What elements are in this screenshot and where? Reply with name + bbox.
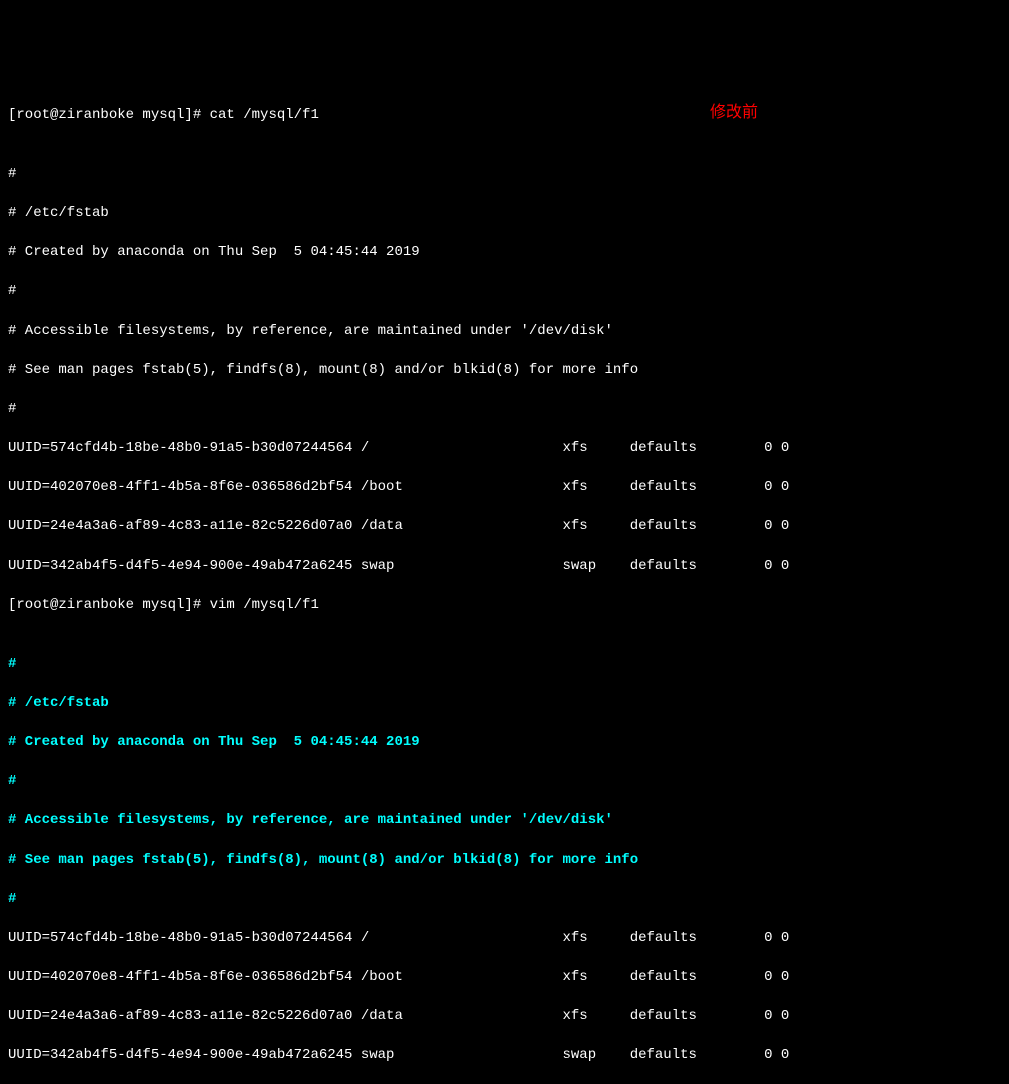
vim-comment-line: # — [8, 772, 1001, 792]
vim-fstab-entry[interactable]: UUID=24e4a3a6-af89-4c83-a11e-82c5226d07a… — [8, 1007, 1001, 1027]
fstab-entry: UUID=402070e8-4ff1-4b5a-8f6e-036586d2bf5… — [8, 478, 1001, 498]
prompt-line[interactable]: [root@ziranboke mysql]# cat /mysql/f1 — [8, 106, 1001, 126]
comment-line: # Created by anaconda on Thu Sep 5 04:45… — [8, 243, 1001, 263]
comment-line: # /etc/fstab — [8, 204, 1001, 224]
comment-line: # Accessible filesystems, by reference, … — [8, 322, 1001, 342]
annotation-label: 修改前 — [710, 102, 758, 124]
vim-fstab-entry[interactable]: UUID=342ab4f5-d4f5-4e94-900e-49ab472a624… — [8, 1046, 1001, 1066]
comment-line: # — [8, 400, 1001, 420]
vim-comment-line: # — [8, 655, 1001, 675]
vim-comment-line: # Created by anaconda on Thu Sep 5 04:45… — [8, 733, 1001, 753]
vim-comment-line: # — [8, 890, 1001, 910]
vim-fstab-entry[interactable]: UUID=402070e8-4ff1-4b5a-8f6e-036586d2bf5… — [8, 968, 1001, 988]
vim-fstab-entry[interactable]: UUID=574cfd4b-18be-48b0-91a5-b30d0724456… — [8, 929, 1001, 949]
prompt-line[interactable]: [root@ziranboke mysql]# vim /mysql/f1 — [8, 596, 1001, 616]
fstab-entry: UUID=342ab4f5-d4f5-4e94-900e-49ab472a624… — [8, 557, 1001, 577]
comment-line: # — [8, 165, 1001, 185]
comment-line: # — [8, 282, 1001, 302]
vim-comment-line: # See man pages fstab(5), findfs(8), mou… — [8, 851, 1001, 871]
vim-comment-line: # /etc/fstab — [8, 694, 1001, 714]
vim-comment-line: # Accessible filesystems, by reference, … — [8, 811, 1001, 831]
fstab-entry: UUID=24e4a3a6-af89-4c83-a11e-82c5226d07a… — [8, 517, 1001, 537]
fstab-entry: UUID=574cfd4b-18be-48b0-91a5-b30d0724456… — [8, 439, 1001, 459]
comment-line: # See man pages fstab(5), findfs(8), mou… — [8, 361, 1001, 381]
